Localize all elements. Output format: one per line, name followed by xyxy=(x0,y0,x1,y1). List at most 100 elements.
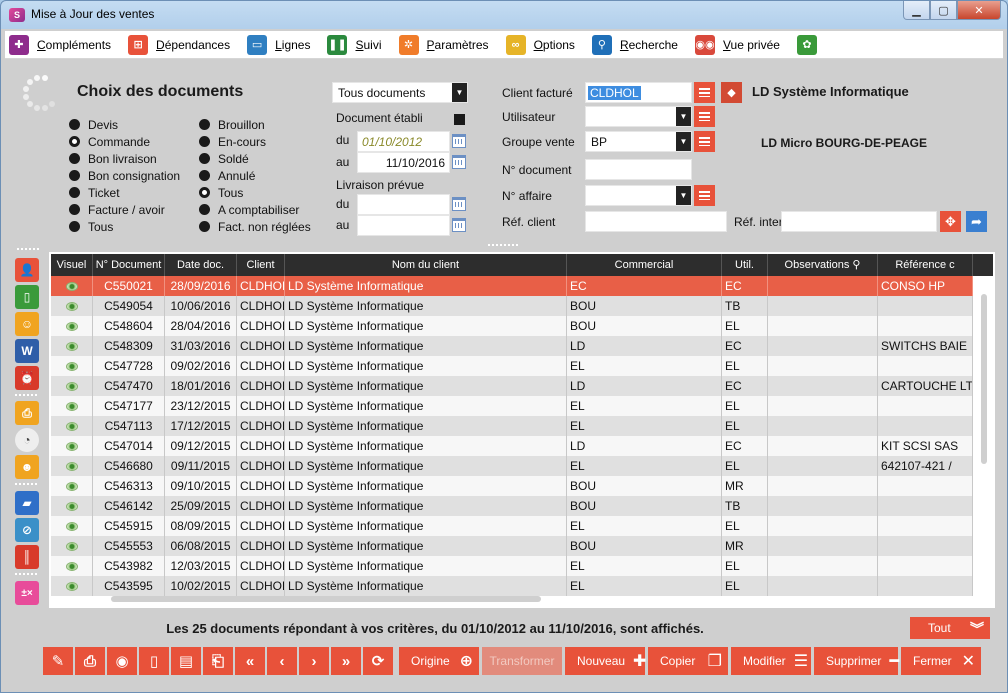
table-row[interactable]: C547113 17/12/2015 CLDHOL LD Système Inform… xyxy=(51,416,973,436)
radio-option[interactable]: Facture / avoir xyxy=(69,201,180,218)
visuel-cell[interactable] xyxy=(51,436,93,456)
menu-item-lignes[interactable]: ▭ Lignes xyxy=(243,31,315,59)
date-from-field[interactable]: 01/10/2012 xyxy=(357,131,450,152)
table-row[interactable]: C547470 18/01/2016 CLDHOL LD Système Inform… xyxy=(51,376,973,396)
menu-item-recherche[interactable]: ⚲ Recherche xyxy=(588,31,683,59)
visuel-cell[interactable] xyxy=(51,396,93,416)
radio-option[interactable]: Bon livraison xyxy=(69,150,180,167)
calculator-icon[interactable]: ±× xyxy=(15,581,39,605)
n-affaire-select[interactable]: ▼ xyxy=(585,185,692,206)
id-card-icon[interactable]: ▤ xyxy=(171,647,201,675)
radio-icon[interactable] xyxy=(69,204,80,215)
splitter-handle[interactable] xyxy=(488,244,520,246)
close-window-button[interactable]: ✕ xyxy=(957,1,1001,20)
menu-item-dépendances[interactable]: ⊞ Dépendances xyxy=(124,31,235,59)
calendar-icon[interactable] xyxy=(452,155,466,169)
table-row[interactable]: C547177 23/12/2015 CLDHOL LD Système Inform… xyxy=(51,396,973,416)
radio-option[interactable]: A comptabiliser xyxy=(199,201,311,218)
radio-icon[interactable] xyxy=(199,136,210,147)
visuel-cell[interactable] xyxy=(51,336,93,356)
table-row[interactable]: C549054 10/06/2016 CLDHOL LD Système Inform… xyxy=(51,296,973,316)
visuel-cell[interactable] xyxy=(51,296,93,316)
menu-item-paramètres[interactable]: ✲ Paramètres xyxy=(395,31,494,59)
client-field[interactable]: CLDHOL xyxy=(585,82,692,103)
groupe-select[interactable]: BP ▼ xyxy=(585,131,692,152)
paperclip-icon[interactable]: ⊘ xyxy=(15,518,39,542)
radio-icon[interactable] xyxy=(69,187,80,198)
visuel-cell[interactable] xyxy=(51,476,93,496)
table-row[interactable]: C545553 06/08/2015 CLDHOL LD Système Inform… xyxy=(51,536,973,556)
radio-option[interactable]: Annulé xyxy=(199,167,311,184)
table-row[interactable]: C543595 10/02/2015 CLDHOL LD Système Inform… xyxy=(51,576,973,596)
preview-eye-icon[interactable] xyxy=(65,342,78,352)
crosshair-search-icon[interactable]: ✥ xyxy=(940,211,961,232)
radio-icon[interactable] xyxy=(69,119,80,130)
radio-option[interactable]: En-cours xyxy=(199,133,311,150)
user-icon[interactable]: 👤 xyxy=(15,258,39,282)
ref-interne-field[interactable] xyxy=(781,211,937,232)
radio-icon[interactable] xyxy=(69,221,80,232)
visuel-cell[interactable] xyxy=(51,456,93,476)
splitter-handle[interactable] xyxy=(17,248,39,250)
preview-eye-icon[interactable] xyxy=(65,482,78,492)
menu-item-vue-privée[interactable]: ◉◉ Vue privée xyxy=(691,31,785,59)
radio-icon[interactable] xyxy=(199,170,210,181)
menu-item-suivi[interactable]: ❚❚ Suivi xyxy=(323,31,386,59)
visuel-cell[interactable] xyxy=(51,356,93,376)
preview-eye-icon[interactable] xyxy=(65,282,78,292)
calendar-icon[interactable] xyxy=(452,218,466,232)
column-header[interactable]: Nom du client xyxy=(285,254,567,276)
preview-eye-icon[interactable] xyxy=(65,542,78,552)
barcode-icon[interactable]: ║ xyxy=(15,545,39,569)
radio-selected-icon[interactable] xyxy=(199,187,210,198)
contacts-icon[interactable]: ☻ xyxy=(15,455,39,479)
ref-client-field[interactable] xyxy=(585,211,727,232)
utilisateur-select[interactable]: ▼ xyxy=(585,106,692,127)
supprimer-button[interactable]: Supprimer ━ xyxy=(814,647,899,675)
word-document-icon[interactable]: W xyxy=(15,339,39,363)
visuel-cell[interactable] xyxy=(51,576,93,596)
next-record-icon[interactable]: › xyxy=(299,647,329,675)
table-row[interactable]: C546313 09/10/2015 CLDHOL LD Système Inform… xyxy=(51,476,973,496)
column-header[interactable]: Date doc. xyxy=(165,254,237,276)
pencil-icon[interactable]: ✎ xyxy=(43,647,73,675)
printer-icon[interactable]: ⎙ xyxy=(15,401,39,425)
radio-option[interactable]: Ticket xyxy=(69,184,180,201)
n-document-field[interactable] xyxy=(585,159,692,180)
radio-icon[interactable] xyxy=(69,170,80,181)
n-affaire-list-button[interactable] xyxy=(694,185,715,206)
table-row[interactable]: C550021 28/09/2016 CLDHOL LD Système Inform… xyxy=(51,276,973,296)
preview-eye-icon[interactable] xyxy=(65,562,78,572)
preview-eye-icon[interactable] xyxy=(65,402,78,412)
radio-icon[interactable] xyxy=(199,221,210,232)
last-record-icon[interactable]: » xyxy=(331,647,361,675)
visuel-cell[interactable] xyxy=(51,516,93,536)
folder-icon[interactable]: ▰ xyxy=(15,491,39,515)
mobile-icon[interactable]: ▯ xyxy=(139,647,169,675)
preview-eye-icon[interactable] xyxy=(65,302,78,312)
visuel-cell[interactable] xyxy=(51,496,93,516)
table-row[interactable]: C545915 08/09/2015 CLDHOL LD Système Inform… xyxy=(51,516,973,536)
visuel-cell[interactable] xyxy=(51,416,93,436)
alarm-clock-icon[interactable]: ⏰ xyxy=(15,366,39,390)
column-header[interactable]: N° Document xyxy=(93,254,165,276)
table-row[interactable]: C546680 09/11/2015 CLDHOL LD Système Inform… xyxy=(51,456,973,476)
menu-item-options[interactable]: ∞ Options xyxy=(502,31,580,59)
fermer-button[interactable]: Fermer ✕ xyxy=(901,647,981,675)
menu-item-extra[interactable]: ✿ xyxy=(793,31,830,59)
calendar-icon[interactable] xyxy=(452,197,466,211)
radio-icon[interactable] xyxy=(69,153,80,164)
preview-eye-icon[interactable] xyxy=(65,502,78,512)
radio-option[interactable]: Commande xyxy=(69,133,180,150)
search-icon[interactable]: ⚲ xyxy=(849,259,860,271)
column-header[interactable]: Référence c xyxy=(878,254,973,276)
scroll-thumb[interactable] xyxy=(981,294,987,464)
radio-option[interactable]: Tous xyxy=(69,218,180,235)
calendar-icon[interactable] xyxy=(452,134,466,148)
visuel-cell[interactable] xyxy=(51,536,93,556)
table-row[interactable]: C543982 12/03/2015 CLDHOL LD Système Inform… xyxy=(51,556,973,576)
document-etabli-checkbox[interactable] xyxy=(454,114,465,125)
origine-button[interactable]: Origine ⊕ xyxy=(399,647,479,675)
table-row[interactable]: C547728 09/02/2016 CLDHOL LD Système Inform… xyxy=(51,356,973,376)
date-to-field[interactable]: 11/10/2016 xyxy=(357,152,450,173)
